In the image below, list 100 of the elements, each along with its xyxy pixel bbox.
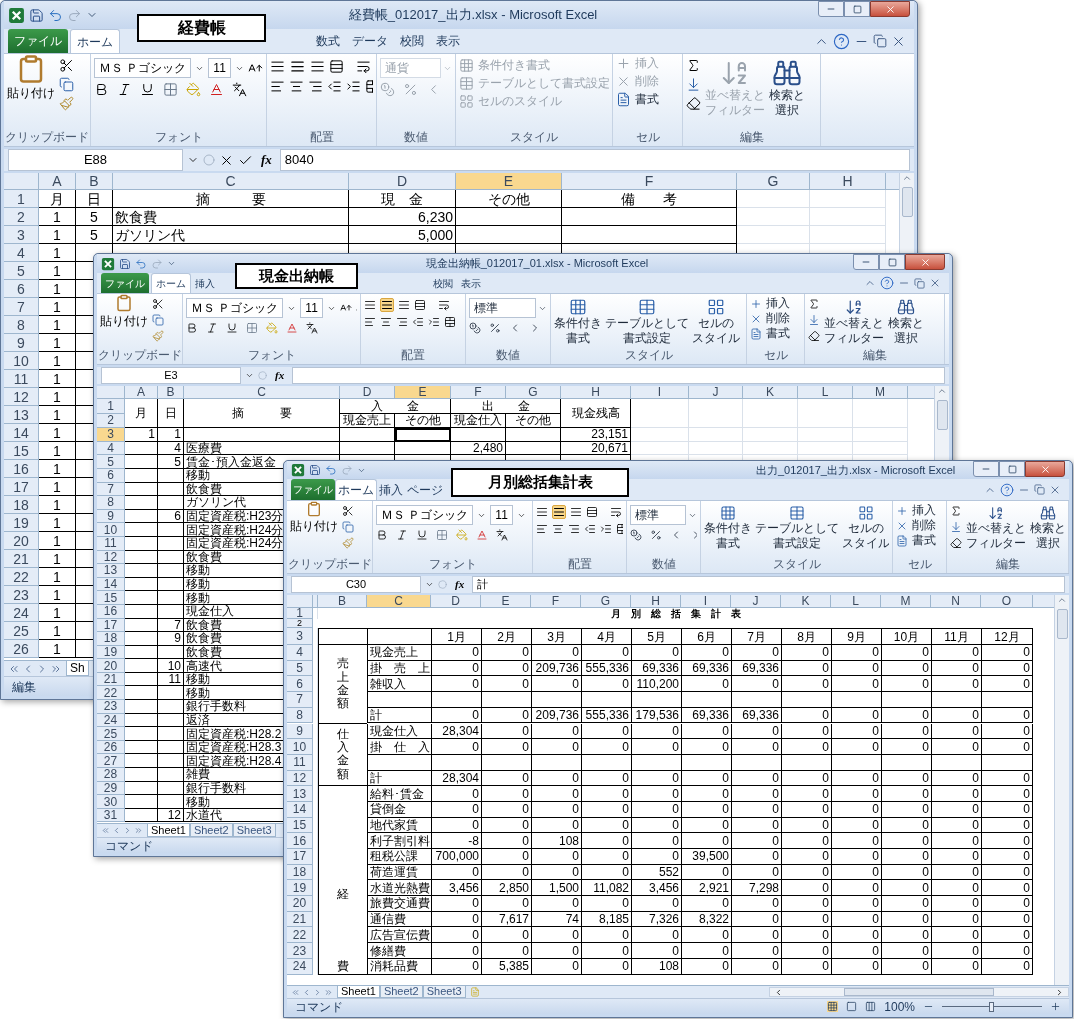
row-header[interactable]: 9: [4, 334, 39, 352]
column-header[interactable]: C: [367, 595, 431, 608]
row-header[interactable]: 8: [97, 496, 125, 510]
column-header[interactable]: H: [810, 173, 886, 190]
column-header[interactable]: M: [853, 386, 908, 399]
row-header[interactable]: 15: [4, 442, 39, 460]
paste-button[interactable]: 貼り付け: [100, 294, 148, 330]
sheet-tab[interactable]: Sheet1: [147, 824, 190, 837]
ribbon-tab[interactable]: ホーム: [70, 29, 120, 53]
cells-menu-button[interactable]: 書式: [635, 92, 659, 107]
ribbon-tab[interactable]: ページ: [405, 479, 445, 500]
row-header[interactable]: 22: [4, 568, 39, 586]
row-header[interactable]: 5: [97, 455, 125, 469]
row-header[interactable]: 25: [4, 622, 39, 640]
column-header[interactable]: F: [531, 595, 581, 608]
row-header[interactable]: 23: [287, 943, 313, 959]
row-header[interactable]: 13: [97, 564, 125, 578]
column-header[interactable]: K: [781, 595, 831, 608]
font-size-field[interactable]: 11: [300, 298, 323, 318]
name-box[interactable]: E88: [8, 149, 183, 171]
cells-menu-button[interactable]: 削除: [766, 311, 790, 326]
column-header[interactable]: G: [506, 386, 561, 399]
column-header[interactable]: G: [737, 173, 810, 190]
ribbon-tab[interactable]: 校閲: [429, 273, 457, 293]
column-header[interactable]: B: [318, 595, 367, 608]
column-header[interactable]: E: [481, 595, 531, 608]
paste-button[interactable]: 貼り付け: [7, 54, 55, 102]
row-header[interactable]: 27: [97, 754, 125, 769]
cells-menu-button[interactable]: 挿入: [766, 296, 790, 311]
cells-menu-button[interactable]: 挿入: [912, 503, 936, 518]
row-header[interactable]: 23: [4, 586, 39, 604]
formula-field[interactable]: 計: [472, 576, 1065, 593]
file-tab[interactable]: ファイル: [8, 29, 68, 53]
row-header[interactable]: 13: [287, 786, 313, 802]
row-header[interactable]: 3: [287, 628, 313, 645]
row-header[interactable]: 4: [4, 244, 39, 262]
row-header[interactable]: 7: [287, 692, 313, 708]
editing-menu-button[interactable]: 検索と 選択: [1030, 521, 1065, 551]
ribbon-tab[interactable]: ホーム: [335, 479, 377, 500]
column-header[interactable]: L: [798, 386, 853, 399]
sheet-tab[interactable]: Sheet2: [189, 824, 233, 837]
column-header[interactable]: D: [349, 173, 456, 190]
file-tab[interactable]: ファイル: [291, 479, 335, 500]
ribbon-tab[interactable]: 数式: [310, 29, 346, 53]
editing-menu-button[interactable]: 並べ替えと フィルター: [966, 521, 1026, 551]
column-header[interactable]: J: [731, 595, 781, 608]
row-header[interactable]: 19: [287, 880, 313, 897]
formula-field[interactable]: 8040: [279, 149, 910, 171]
column-header[interactable]: D: [340, 386, 395, 399]
row-header[interactable]: 12: [4, 388, 39, 406]
style-menu-button[interactable]: セルの スタイル: [842, 521, 889, 551]
row-header[interactable]: 20: [4, 532, 39, 550]
row-header[interactable]: 22: [97, 686, 125, 701]
style-menu-button[interactable]: 条件付き 書式: [704, 521, 752, 551]
style-menu-button[interactable]: 条件付き 書式: [554, 316, 602, 346]
function-button[interactable]: fx: [271, 367, 289, 384]
ribbon-tab[interactable]: 校閲: [394, 29, 430, 53]
row-header[interactable]: 18: [4, 496, 39, 514]
row-header[interactable]: 8: [4, 316, 39, 334]
row-header[interactable]: 22: [287, 927, 313, 944]
number-format-field[interactable]: 標準: [630, 505, 686, 525]
row-header[interactable]: 3: [4, 226, 39, 244]
row-header[interactable]: 2: [287, 619, 313, 628]
cells-menu-button[interactable]: 書式: [912, 533, 936, 548]
column-header[interactable]: D: [431, 595, 481, 608]
row-header[interactable]: 23: [97, 700, 125, 714]
column-header[interactable]: K: [743, 386, 798, 399]
row-header[interactable]: 7: [4, 298, 39, 316]
column-header[interactable]: C: [184, 386, 340, 399]
sheet-tab[interactable]: Sheet3: [422, 986, 466, 998]
row-header[interactable]: 20: [97, 659, 125, 673]
font-name-field[interactable]: ＭＳ Ｐゴシック: [186, 298, 284, 318]
font-name-field[interactable]: ＭＳ Ｐゴシック: [376, 505, 474, 525]
row-header[interactable]: 3: [97, 428, 125, 442]
column-header[interactable]: B: [76, 173, 113, 190]
row-header[interactable]: 20: [287, 896, 313, 912]
column-header[interactable]: H: [631, 595, 681, 608]
ribbon-tab[interactable]: 挿入: [191, 273, 219, 293]
row-header[interactable]: 6: [287, 676, 313, 693]
row-header[interactable]: 17: [4, 478, 39, 496]
font-size-field[interactable]: 11: [208, 58, 231, 78]
ribbon-tab[interactable]: 表示: [457, 273, 485, 293]
function-button[interactable]: fx: [257, 150, 276, 170]
style-menu-button[interactable]: セルの スタイル: [692, 316, 740, 346]
ribbon-tab[interactable]: 挿入: [377, 479, 405, 500]
style-menu-button[interactable]: テーブルとして 書式設定: [605, 316, 689, 346]
row-header[interactable]: 11: [4, 370, 39, 388]
row-header[interactable]: 25: [97, 727, 125, 741]
ribbon-tab[interactable]: データ: [346, 29, 394, 53]
column-header[interactable]: M: [881, 595, 931, 608]
sheet-tab[interactable]: Sheet1: [337, 986, 380, 998]
column-header[interactable]: J: [689, 386, 743, 399]
row-header[interactable]: 28: [97, 768, 125, 782]
row-header[interactable]: 26: [4, 640, 39, 658]
number-format-field[interactable]: 標準: [469, 298, 536, 318]
column-header[interactable]: O: [981, 595, 1033, 608]
row-header[interactable]: 1: [4, 190, 39, 208]
row-header[interactable]: 1: [287, 608, 313, 619]
row-header[interactable]: 5: [4, 262, 39, 280]
name-box[interactable]: E3: [101, 367, 241, 384]
